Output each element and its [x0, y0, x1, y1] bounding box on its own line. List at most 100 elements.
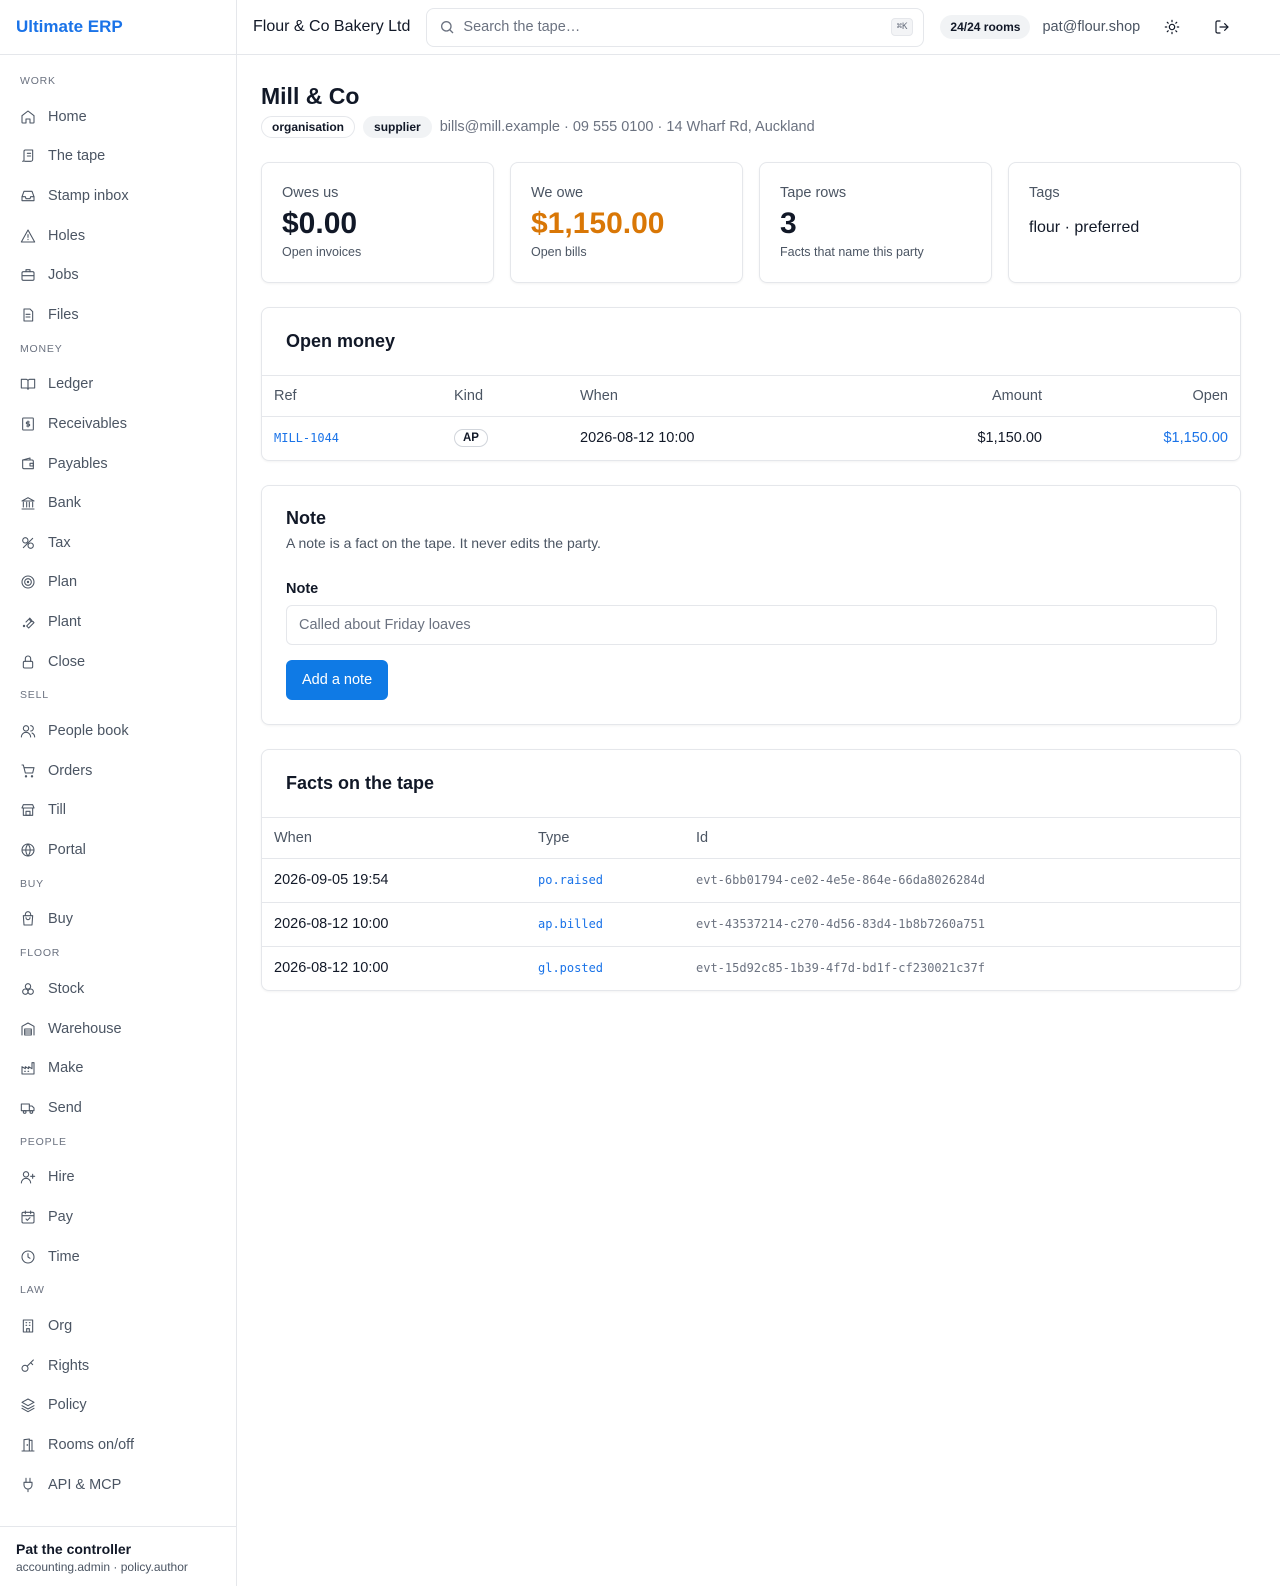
col-kind: Kind	[442, 376, 568, 417]
card-value: $0.00	[282, 207, 358, 240]
briefcase-icon	[20, 267, 36, 283]
sidebar-item-holes[interactable]: Holes	[0, 216, 236, 256]
sidebar-item-time[interactable]: Time	[0, 1237, 236, 1277]
fact-when: 2026-08-12 10:00	[262, 902, 526, 947]
sidebar-item-till[interactable]: Till	[0, 791, 236, 831]
sidebar-section-title: WORK	[20, 75, 56, 87]
sidebar-item-label: Hire	[48, 1169, 75, 1186]
shopping-bag-icon	[20, 911, 36, 927]
door-icon	[20, 1437, 36, 1453]
fact-when: 2026-09-05 19:54	[262, 858, 526, 903]
target-icon	[20, 574, 36, 590]
bank-icon	[20, 495, 36, 511]
sidebar-item-label: Rooms on/off	[48, 1437, 134, 1454]
sidebar-item-close[interactable]: Close	[0, 642, 236, 682]
sidebar-item-org[interactable]: Org	[0, 1306, 236, 1346]
badge-organisation: organisation	[261, 116, 356, 138]
sidebar-item-portal[interactable]: Portal	[0, 830, 236, 870]
search-box[interactable]: ⌘K	[426, 7, 925, 47]
search-icon	[439, 19, 455, 35]
sidebar-item-plan[interactable]: Plan	[0, 563, 236, 603]
fact-type-link[interactable]: gl.posted	[526, 946, 684, 990]
note-title: Note	[286, 508, 326, 528]
sidebar-item-payables[interactable]: Payables	[0, 444, 236, 484]
sidebar-item-label: Buy	[48, 911, 73, 928]
logout-icon[interactable]	[1208, 13, 1236, 41]
truck-icon	[20, 1100, 36, 1116]
sidebar-item-label: The tape	[48, 148, 106, 165]
sidebar-item-label: Pay	[48, 1209, 73, 1226]
company-name[interactable]: Flour & Co Bakery Ltd	[253, 18, 410, 36]
sidebar-item-people-book[interactable]: People book	[0, 711, 236, 751]
theme-toggle-sun-icon[interactable]	[1158, 13, 1186, 41]
page-title: Mill & Co	[261, 83, 360, 109]
inbox-icon	[20, 188, 36, 204]
sidebar-item-orders[interactable]: Orders	[0, 751, 236, 791]
user-roles: accounting.admin · policy.author	[16, 1560, 188, 1574]
sidebar-item-plant[interactable]: Plant	[0, 602, 236, 642]
sidebar-item-bank[interactable]: Bank	[0, 483, 236, 523]
sidebar-item-make[interactable]: Make	[0, 1048, 236, 1088]
table-row[interactable]: MILL-1044 AP 2026-08-12 10:00 $1,150.00 …	[262, 416, 1240, 460]
sidebar-nav: WORK Home The tape Stamp inbox Holes Jobs File…	[0, 55, 236, 1504]
ref-link[interactable]: MILL-1044	[262, 416, 442, 460]
table-row[interactable]: 2026-08-12 10:00 gl.posted evt-15d92c85-…	[262, 946, 1240, 990]
main-content: Mill & Co organisation supplier bills@mi…	[261, 55, 1241, 991]
card-we-owe: We owe $1,150.00 Open bills	[510, 162, 743, 283]
sidebar-item-buy[interactable]: Buy	[0, 900, 236, 940]
open-amount-link[interactable]: $1,150.00	[1054, 416, 1240, 460]
fact-id: evt-43537214-c270-4d56-83d4-1b8b7260a751	[684, 902, 1240, 947]
fact-id: evt-15d92c85-1b39-4f7d-bd1f-cf230021c37f	[696, 961, 985, 976]
sidebar-item-rights[interactable]: Rights	[0, 1346, 236, 1386]
card-label: Owes us	[282, 185, 339, 201]
sidebar-item-label: Stock	[48, 981, 85, 998]
user-profile[interactable]: Pat the controller accounting.admin · po…	[0, 1526, 236, 1586]
note-input[interactable]	[286, 605, 1217, 645]
sidebar-item-send[interactable]: Send	[0, 1088, 236, 1128]
table-row[interactable]: 2026-08-12 10:00 ap.billed evt-43537214-…	[262, 902, 1240, 947]
fact-type-link[interactable]: ap.billed	[526, 902, 684, 947]
sidebar-item-api-mcp[interactable]: API & MCP	[0, 1465, 236, 1505]
globe-icon	[20, 842, 36, 858]
sidebar-item-ledger[interactable]: Ledger	[0, 365, 236, 405]
table-header-row: When Type Id	[262, 818, 1240, 859]
sidebar-item-home[interactable]: Home	[0, 97, 236, 137]
sidebar-item-label: Close	[48, 653, 86, 670]
sidebar-item-stamp-inbox[interactable]: Stamp inbox	[0, 176, 236, 216]
card-sub: Facts that name this party	[780, 245, 924, 259]
sidebar-item-label: Holes	[48, 227, 86, 244]
card-value: $1,150.00	[531, 207, 665, 240]
sidebar-item-label: Portal	[48, 841, 86, 858]
key-icon	[20, 1358, 36, 1374]
sidebar-item-rooms-on-off[interactable]: Rooms on/off	[0, 1425, 236, 1465]
sidebar-item-label: Rights	[48, 1357, 90, 1374]
search-input[interactable]	[463, 19, 891, 35]
sidebar-item-tax[interactable]: Tax	[0, 523, 236, 563]
brand-logo[interactable]: Ultimate ERP	[0, 0, 236, 55]
fact-type-link[interactable]: po.raised	[526, 858, 684, 903]
card-sub: Open bills	[531, 245, 587, 259]
sidebar-item-label: Orders	[48, 762, 93, 779]
sidebar-item-receivables[interactable]: Receivables	[0, 404, 236, 444]
sidebar-item-label: Plant	[48, 613, 82, 630]
sidebar-item-stock[interactable]: Stock	[0, 969, 236, 1009]
sidebar-item-jobs[interactable]: Jobs	[0, 255, 236, 295]
sidebar-item-the-tape[interactable]: The tape	[0, 137, 236, 177]
open-money-panel: Open money Ref Kind When Amount Open MIL…	[261, 307, 1241, 461]
party-meta: organisation supplier bills@mill.example…	[261, 116, 1241, 138]
sidebar-item-files[interactable]: Files	[0, 295, 236, 335]
col-when: When	[262, 818, 526, 859]
sidebar-item-hire[interactable]: Hire	[0, 1158, 236, 1198]
sidebar-section-title: FLOOR	[20, 947, 61, 960]
sidebar-item-label: API & MCP	[48, 1476, 122, 1493]
sidebar-item-label: Policy	[48, 1397, 87, 1414]
sidebar-item-policy[interactable]: Policy	[0, 1386, 236, 1426]
sidebar-item-pay[interactable]: Pay	[0, 1197, 236, 1237]
file-icon	[20, 307, 36, 323]
warehouse-icon	[20, 1021, 36, 1037]
add-note-button[interactable]: Add a note	[286, 660, 389, 700]
table-row[interactable]: 2026-09-05 19:54 po.raised evt-6bb01794-…	[262, 858, 1240, 903]
warning-triangle-icon	[20, 228, 36, 244]
sidebar-item-warehouse[interactable]: Warehouse	[0, 1009, 236, 1049]
sidebar-section-title: MONEY	[20, 342, 63, 355]
